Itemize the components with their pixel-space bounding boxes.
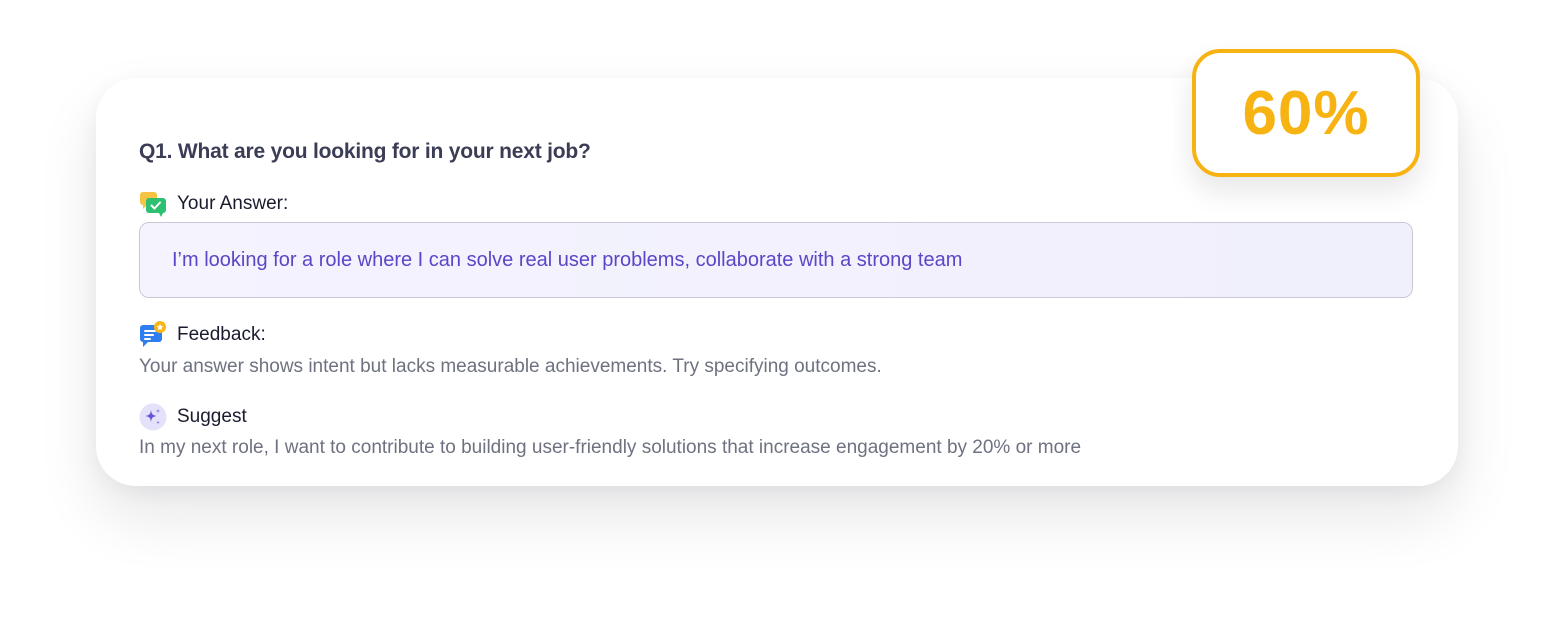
suggest-label: Suggest xyxy=(177,406,247,427)
score-badge: 60% xyxy=(1192,49,1420,177)
answer-box: I’m looking for a role where I can solve… xyxy=(139,222,1413,298)
question-title: Q1. What are you looking for in your nex… xyxy=(139,140,591,163)
answer-label: Your Answer: xyxy=(177,193,289,214)
feedback-label-row: Feedback: xyxy=(139,321,266,349)
feedback-text: Your answer shows intent but lacks measu… xyxy=(139,356,882,377)
answer-label-row: Your Answer: xyxy=(139,190,288,218)
suggest-text: In my next role, I want to contribute to… xyxy=(139,437,1082,458)
score-value: 60% xyxy=(1242,78,1370,148)
answer-text: I’m looking for a role where I can solve… xyxy=(172,248,963,271)
suggest-label-row: Suggest xyxy=(139,403,247,431)
chat-check-icon xyxy=(139,190,167,218)
feedback-label: Feedback: xyxy=(177,324,266,345)
feedback-star-icon xyxy=(139,321,167,349)
sparkle-icon xyxy=(139,403,167,431)
